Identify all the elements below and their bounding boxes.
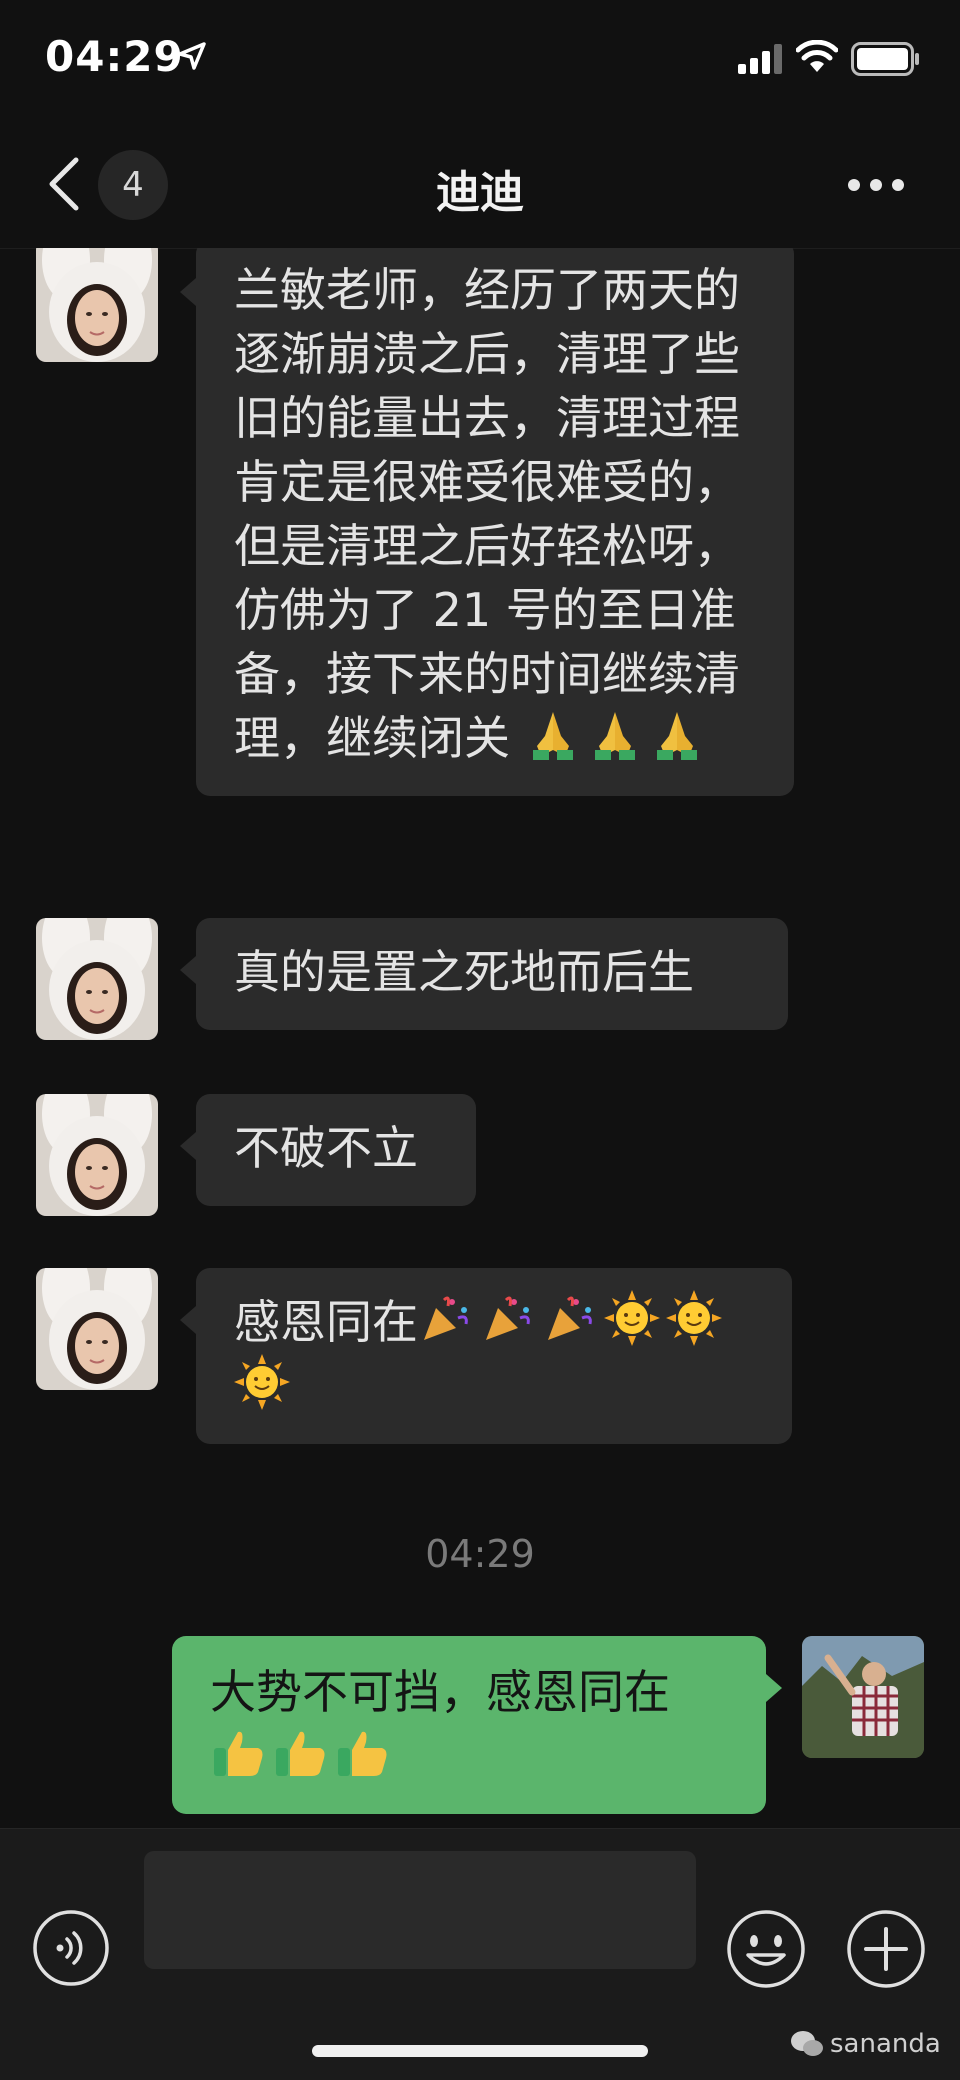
- location-arrow-icon: [178, 42, 206, 70]
- party-popper-emoji-icon: [548, 1296, 592, 1340]
- input-bar: sananda: [0, 1828, 960, 2080]
- folded-hands-emoji-icon: [594, 712, 635, 760]
- party-popper-emoji-icon: [486, 1296, 530, 1340]
- voice-input-icon[interactable]: [32, 1909, 110, 1987]
- emoji-picker-icon[interactable]: [726, 1909, 806, 1989]
- contact-avatar[interactable]: [36, 1094, 158, 1216]
- message-bubble[interactable]: 不破不立: [180, 1094, 476, 1206]
- status-time: 04:29: [45, 32, 184, 81]
- sun-face-emoji-icon: [604, 1290, 660, 1346]
- contact-avatar[interactable]: [36, 1268, 158, 1390]
- add-attachment-icon[interactable]: [846, 1909, 926, 1989]
- thumbs-up-emoji-icon: [276, 1731, 325, 1776]
- message-list[interactable]: 兰敏老师，经历了两天的逐渐崩溃之后，清理了些旧的能量出去，清理过程肯定是很难受很…: [0, 248, 960, 1828]
- watermark: sananda: [790, 2029, 941, 2059]
- my-avatar[interactable]: [802, 1636, 924, 1758]
- message-text: 大势不可挡，感恩同在: [210, 1665, 670, 1719]
- message-bubble[interactable]: 真的是置之死地而后生: [180, 918, 788, 1030]
- message-text: 不破不立: [234, 1121, 418, 1175]
- wechat-logo-icon: [791, 2031, 823, 2056]
- party-popper-emoji-icon: [424, 1296, 468, 1340]
- message-text: 兰敏老师，经历了两天的逐渐崩溃之后，清理了些旧的能量出去，清理过程肯定是很难受很…: [234, 263, 740, 765]
- wifi-icon: [796, 40, 838, 72]
- watermark-text: sananda: [830, 2029, 941, 2059]
- emoji-group: [510, 711, 711, 765]
- sun-face-emoji-icon: [234, 1354, 290, 1410]
- chat-title: 迪迪: [436, 167, 524, 218]
- message-timestamp: 04:29: [425, 1532, 535, 1576]
- contact-avatar[interactable]: [36, 918, 158, 1040]
- message-bubble[interactable]: 兰敏老师，经历了两天的逐渐崩溃之后，清理了些旧的能量出去，清理过程肯定是很难受很…: [180, 248, 794, 796]
- folded-hands-emoji-icon: [532, 712, 573, 760]
- folded-hands-emoji-icon: [656, 712, 697, 760]
- thumbs-up-emoji-icon: [214, 1731, 263, 1776]
- sun-face-emoji-icon: [666, 1290, 722, 1346]
- thumbs-up-emoji-icon: [338, 1731, 387, 1776]
- emoji-group: [210, 1729, 396, 1783]
- message-bubble[interactable]: 感恩同在: [180, 1268, 792, 1444]
- chat-header: 4 迪迪: [0, 120, 960, 249]
- message-text: 感恩同在: [234, 1295, 418, 1349]
- battery-icon: [851, 42, 919, 76]
- message-text: 真的是置之死地而后生: [234, 945, 694, 999]
- more-options-icon[interactable]: [846, 170, 906, 200]
- cellular-signal-icon: [738, 44, 782, 74]
- my-message-bubble[interactable]: 大势不可挡，感恩同在: [172, 1636, 782, 1814]
- message-input[interactable]: [144, 1851, 696, 1969]
- contact-avatar[interactable]: [36, 248, 158, 362]
- status-bar: 04:29: [0, 0, 960, 120]
- home-indicator[interactable]: [312, 2045, 648, 2057]
